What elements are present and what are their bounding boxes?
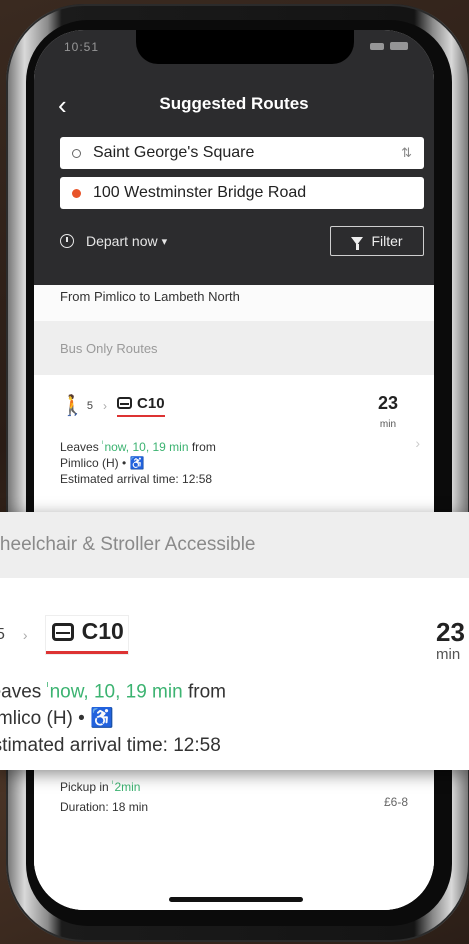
depart-time-selector[interactable]: Depart now ▾ [60,233,167,249]
pickup-details: Pickup in ᶦ2min Duration: 18 min [60,773,148,817]
leaves-suffix: from [188,440,216,454]
funnel-icon [351,237,364,250]
destination-field[interactable]: 100 Westminster Bridge Road [60,177,424,209]
zoom-leaves-suffix: from [182,681,226,703]
price: £6-8 [383,795,408,809]
destination-text: 100 Westminster Bridge Road [93,184,307,201]
depart-label: Depart now [86,233,158,249]
walk-icon: 🚶 [60,395,85,417]
zoom-bus-icon [51,622,74,641]
zoom-live-icon: ᶦ [46,678,49,693]
previous-route-subtitle: From Pimlico to Lambeth North [60,289,240,304]
zoom-stop-name: Pimlico (H) • ♿ [0,708,114,730]
leaves-times: now, 10, 19 min [104,440,189,454]
origin-dot-icon [72,148,81,158]
zoom-step-separator-icon: › [22,627,28,643]
leaves-prefix: Leaves [60,440,103,454]
battery-icon [390,42,408,50]
zoom-route-duration: 23 min [436,618,465,664]
chevron-down-icon: ▾ [161,235,168,248]
status-icons [370,42,408,50]
origin-text: Saint George's Square [93,144,255,161]
zoom-leaves-prefix: Leaves [0,681,42,703]
zoom-leaves-times: now, 10, 19 min [49,681,183,703]
chevron-right-icon: › [415,435,420,451]
filter-button[interactable]: Filter [330,226,424,256]
zoom-duration-value: 23 [436,617,465,647]
filter-label: Filter [371,233,403,249]
destination-dot-icon [72,188,81,198]
zoom-route-steps: 5 › C10 [0,616,128,654]
bus-number: C10 [137,394,165,412]
clock-icon [60,234,74,248]
zoomed-route-callout: Wheelchair & Stroller Accessible 5 › C10… [0,512,469,770]
status-time: 10:51 [64,40,100,54]
zoom-bus-chip: C10 [45,616,128,654]
route-duration: 23 min [378,393,398,432]
zoom-arrival-time: Estimated arrival time: 12:58 [0,735,221,757]
signal-icon [370,42,384,50]
stop-name: Pimlico (H) • ♿ [60,456,145,470]
route-card[interactable]: 🚶 5 › C10 23 min Leaves ᶦnow, 10, 19 min… [34,375,434,525]
route-steps: 🚶 5 › C10 [60,393,165,418]
bus-chip: C10 [117,395,165,417]
notch [136,30,354,64]
arrival-time: Estimated arrival time: 12:58 [60,472,213,486]
duration-unit: min [379,419,397,430]
zoom-section-header: Wheelchair & Stroller Accessible [0,512,469,578]
step-separator-icon: › [103,398,108,413]
pickup-time: 2min [114,780,141,794]
duration-value: 23 [377,393,398,413]
app-header: 10:51 ‹ Suggested Routes Saint George's … [34,30,434,285]
home-indicator[interactable] [169,897,303,902]
swap-icon[interactable]: ⇅ [401,145,412,161]
origin-field[interactable]: Saint George's Square ⇅ [60,137,424,169]
zoom-route-details: Leaves ᶦnow, 10, 19 min from Pimlico (H)… [0,672,226,759]
phone-screen: 10:51 ‹ Suggested Routes Saint George's … [34,30,434,910]
zoom-bus-number: C10 [81,618,124,644]
bus-icon [117,397,133,409]
zoom-duration-unit: min [436,646,461,663]
ride-duration: Duration: 18 min [60,800,149,814]
zoom-section-label: Wheelchair & Stroller Accessible [0,534,256,555]
route-details: Leaves ᶦnow, 10, 19 min from Pimlico (H)… [60,435,216,487]
page-title: Suggested Routes [159,94,309,113]
walk-minutes: 5 [86,399,94,412]
zoom-walk-minutes: 5 [0,626,5,643]
pickup-prefix: Pickup in [60,780,113,794]
section-header: Bus Only Routes [34,321,434,375]
